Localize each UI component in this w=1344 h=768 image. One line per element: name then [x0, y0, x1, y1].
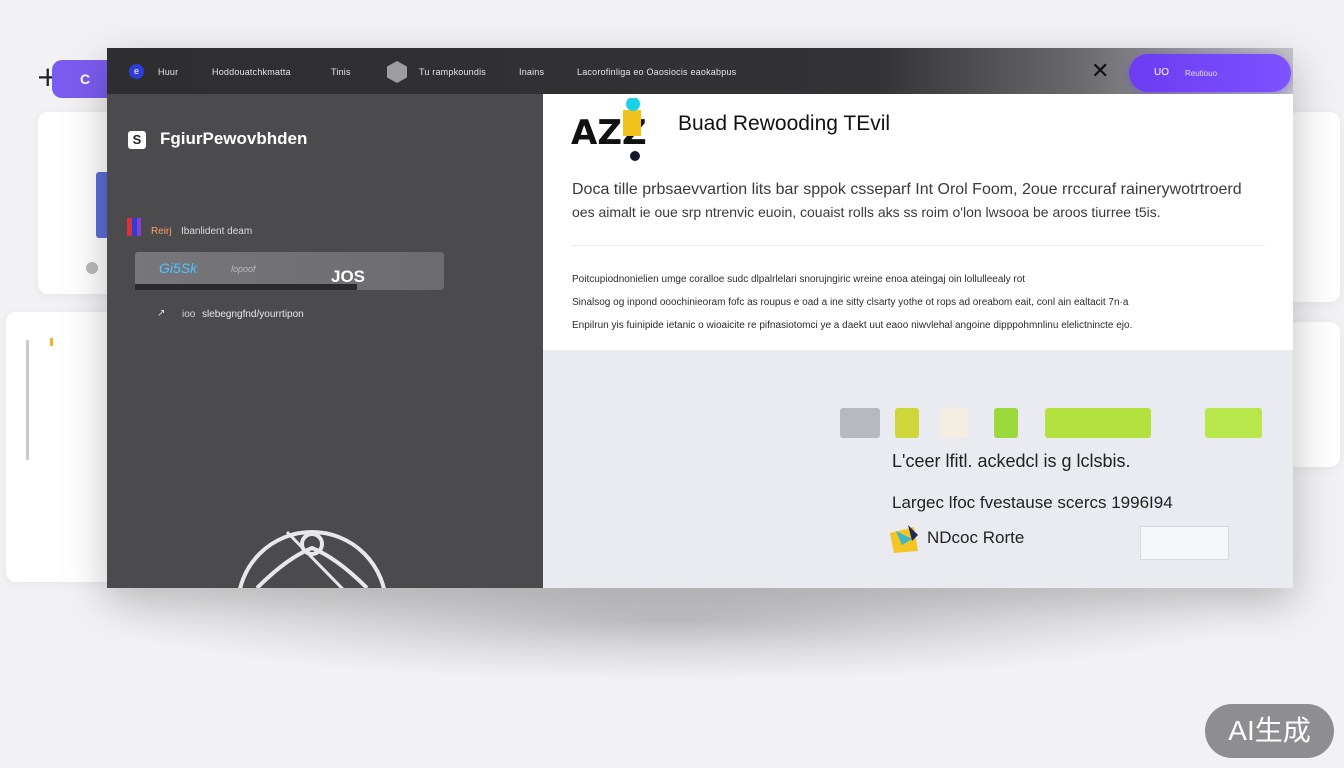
- row2-value: slebegngfnd/yourrtipon: [202, 309, 304, 320]
- slider-text: Gi5Sk: [159, 260, 198, 276]
- fine-print-line-2: Sinalsog og inpond ooochinieoram fofc as…: [572, 297, 1129, 308]
- background-pole: [26, 340, 29, 460]
- nav-item-huur[interactable]: Huur: [158, 67, 178, 77]
- flag-icon: [127, 218, 141, 236]
- chip-3[interactable]: [940, 408, 968, 438]
- app-logo-icon[interactable]: e: [129, 64, 144, 79]
- brand-logo-icon: AZZ: [571, 98, 647, 161]
- description-line-1: Doca tille prbsaevvartion lits bar sppok…: [572, 181, 1242, 198]
- description-line-2: oes aimalt ie oue srp ntrenvic euoin, co…: [572, 204, 1161, 220]
- slider-track[interactable]: [135, 284, 358, 290]
- chip-6[interactable]: [1205, 408, 1262, 438]
- slider-subtext: lopoof: [231, 264, 256, 274]
- background-card-bottom: [6, 312, 116, 582]
- footer-input[interactable]: [1140, 526, 1229, 560]
- globe-emblem-icon: [238, 530, 386, 588]
- background-card-right-bottom: [1288, 322, 1340, 467]
- chip-1[interactable]: [840, 408, 880, 438]
- star-badge-icon: [890, 525, 918, 553]
- nav-item-tinis[interactable]: Tinis: [331, 67, 351, 77]
- document-title: Buad Rewooding TEvil: [678, 112, 891, 135]
- row-value: Ibanlident deam: [181, 226, 253, 237]
- background-card-right-top: [1288, 112, 1340, 302]
- signup-button-label: UO: [1154, 67, 1169, 78]
- document-header: AZZ Buad Rewooding TEvil Doca tille prbs…: [543, 94, 1293, 350]
- panel-title: FgiurРewovbhden: [160, 129, 308, 148]
- divider: [571, 245, 1265, 246]
- stat-line-1: L'ceer lfitl. ackedcl is g lclsbis.: [892, 451, 1131, 471]
- footer-label: NDcoc Rorte: [927, 528, 1025, 547]
- background-dot: [86, 262, 98, 274]
- ai-watermark-badge: AI生成: [1205, 704, 1334, 758]
- signup-button[interactable]: UO Reutiouo: [1129, 54, 1291, 92]
- chip-2[interactable]: [895, 408, 919, 438]
- row2-key: ioo: [182, 309, 196, 320]
- fine-print-line-1: Poitcupiodnonielien umge coralloe sudc d…: [572, 274, 1026, 285]
- row-key: Reirj: [151, 226, 172, 237]
- nav-item-5[interactable]: Inains: [519, 67, 544, 77]
- document-description: Doca tille prbsaevvartion lits bar sppok…: [572, 178, 1272, 224]
- panel-badge-icon: S: [128, 131, 146, 149]
- nav-item-4[interactable]: Tu rampkoundis: [419, 67, 486, 77]
- chip-4[interactable]: [994, 408, 1018, 438]
- arrow-icon: ↗: [157, 308, 166, 319]
- close-icon[interactable]: ✕: [1091, 59, 1109, 84]
- right-panel: AZZ Buad Rewooding TEvil Doca tille prbs…: [543, 94, 1293, 588]
- nav-item-2[interactable]: Hoddouatchkmatta: [212, 67, 291, 77]
- fine-print-line-3: Enpilrun yis fuinipide ietanic o wioaici…: [572, 320, 1133, 331]
- stats-area: L'ceer lfitl. ackedcl is g lclsbis. Larg…: [543, 350, 1293, 588]
- background-tick: [50, 338, 53, 346]
- chip-5[interactable]: [1045, 408, 1151, 438]
- app-window: e Huur Hoddouatchkmatta Tinis Tu rampkou…: [107, 48, 1293, 588]
- top-bar: e Huur Hoddouatchkmatta Tinis Tu rampkou…: [107, 48, 1293, 94]
- hexagon-icon[interactable]: [387, 61, 407, 83]
- left-panel: S FgiurРewovbhden Reirj Ibanlident deam …: [107, 94, 543, 588]
- stat-line-2: Largec lfoc fvestause scercs 1996I94: [892, 493, 1173, 512]
- nav-item-6[interactable]: Lacorofinligа eo Oaosiocis eaokabpus: [577, 67, 736, 77]
- signup-button-sub: Reutiouo: [1185, 69, 1218, 78]
- value-slider[interactable]: Gi5Sk lopoof JOS: [135, 252, 444, 290]
